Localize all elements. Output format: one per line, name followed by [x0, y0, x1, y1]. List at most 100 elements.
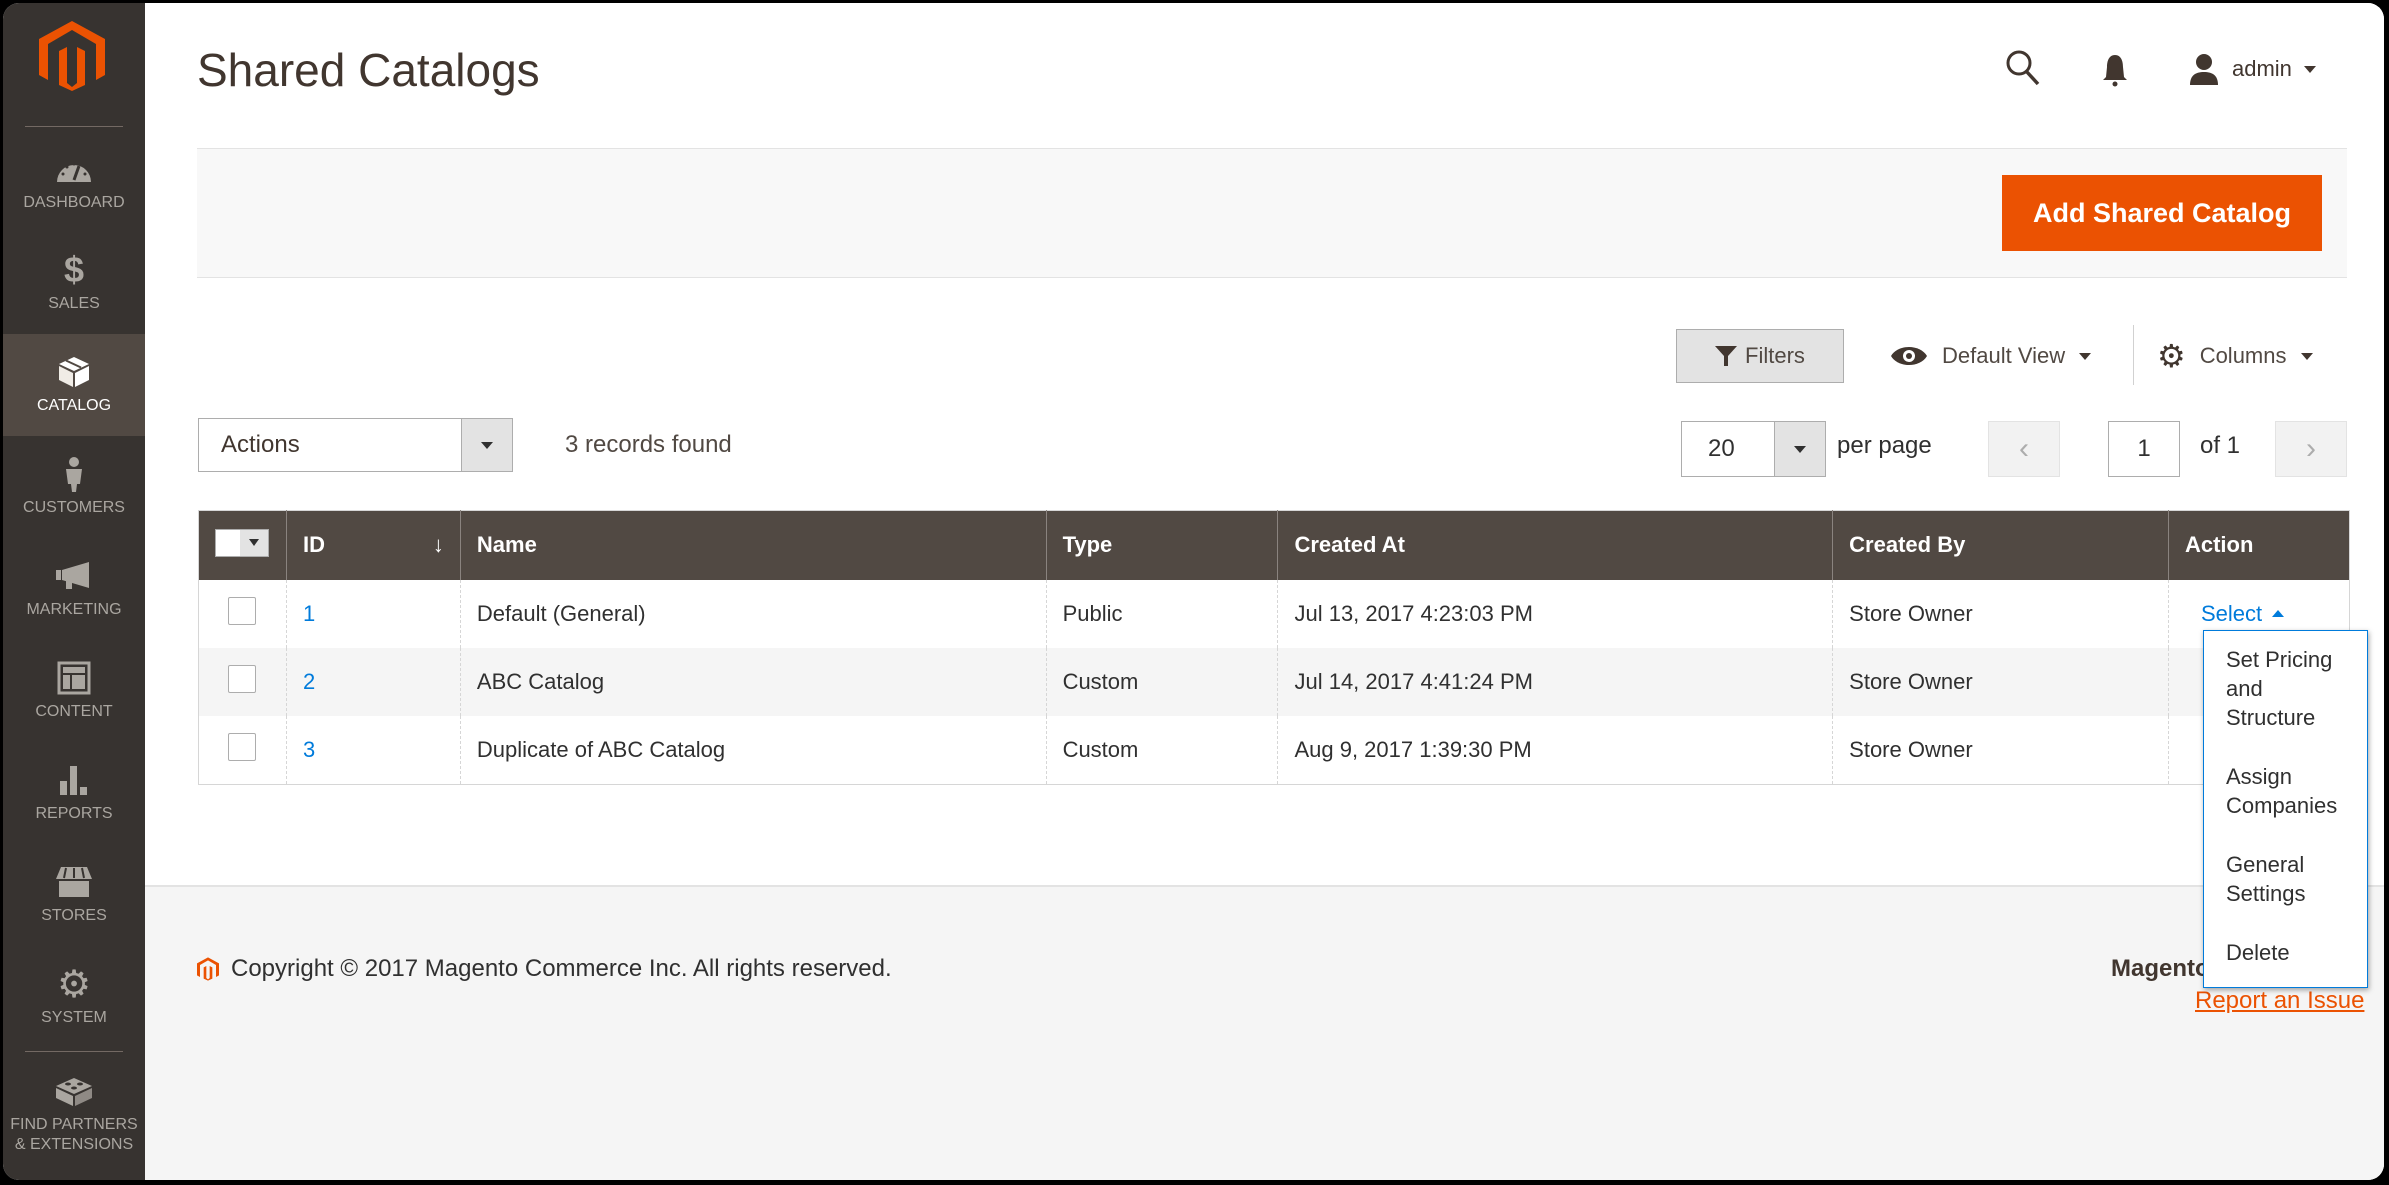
- action-menu-item-general-settings[interactable]: General Settings: [2204, 850, 2367, 908]
- sidebar-label: Stores: [41, 907, 107, 924]
- records-found: 3 records found: [565, 431, 732, 458]
- sidebar-item-system[interactable]: ⚙ System: [3, 946, 145, 1048]
- sidebar-label: Customers: [23, 499, 125, 516]
- filters-label: Filters: [1745, 343, 1805, 368]
- report-issue-link[interactable]: Report an Issue: [2195, 987, 2364, 1015]
- main-content: Shared Catalogs admin Add Shared Catalog…: [145, 3, 2384, 1180]
- header-label: ID: [302, 532, 325, 558]
- sidebar-label: Find Partners & Extensions: [10, 1116, 138, 1153]
- column-header-type[interactable]: Type: [1045, 510, 1278, 580]
- previous-page-button[interactable]: ‹: [1988, 421, 2060, 477]
- action-menu-item-set-pricing[interactable]: Set Pricing and Structure: [2204, 645, 2367, 732]
- column-header-created-at[interactable]: Created At: [1277, 510, 1833, 580]
- bar-chart-icon: [54, 762, 94, 798]
- dollar-icon: $: [63, 249, 85, 290]
- chevron-up-icon: [2272, 610, 2285, 617]
- sidebar-item-reports[interactable]: Reports: [3, 742, 145, 844]
- box-icon: [54, 354, 94, 390]
- page-actions-bar: Add Shared Catalog: [197, 148, 2347, 278]
- column-header-action: Action: [2167, 510, 2350, 580]
- row-checkbox[interactable]: [228, 664, 257, 693]
- sidebar-divider: [25, 126, 123, 127]
- action-menu-item-assign-companies[interactable]: Assign Companies: [2204, 762, 2367, 820]
- sidebar-item-dashboard[interactable]: Dashboard: [3, 131, 145, 233]
- sidebar-label: Marketing: [26, 601, 122, 618]
- add-shared-catalog-button[interactable]: Add Shared Catalog: [2002, 175, 2322, 251]
- current-page-input[interactable]: [2108, 421, 2180, 477]
- magento-logo-icon[interactable]: [39, 21, 105, 91]
- sidebar-item-partners[interactable]: Find Partners & Extensions: [3, 1055, 145, 1173]
- mass-select-checkbox[interactable]: [215, 528, 270, 557]
- columns-dropdown[interactable]: ⚙ Columns: [2157, 329, 2313, 383]
- admin-user-menu[interactable]: admin: [2188, 53, 2316, 85]
- row-action-select[interactable]: Select: [2200, 600, 2285, 627]
- sidebar-label: Reports: [35, 805, 113, 822]
- per-page-label: per page: [1837, 432, 1932, 459]
- dashboard-icon: [54, 151, 94, 187]
- default-view-dropdown[interactable]: Default View: [1890, 329, 2092, 383]
- sidebar-label: Dashboard: [23, 194, 125, 211]
- megaphone-icon: [54, 558, 94, 594]
- gear-icon: ⚙: [2157, 338, 2186, 374]
- select-label: Select: [2200, 600, 2263, 626]
- row-name: Default (General): [459, 579, 1047, 648]
- row-checkbox[interactable]: [228, 596, 257, 625]
- sidebar-item-customers[interactable]: Customers: [3, 436, 145, 538]
- sidebar-item-content[interactable]: Content: [3, 640, 145, 742]
- sidebar-item-catalog[interactable]: Catalog: [3, 334, 145, 436]
- chevron-down-icon: [2079, 352, 2092, 360]
- chevron-left-icon: ‹: [2019, 432, 2029, 465]
- column-header-id[interactable]: ID ↓: [285, 510, 461, 580]
- eye-icon: [1891, 347, 1927, 365]
- action-menu-item-delete[interactable]: Delete: [2204, 938, 2367, 967]
- chevron-right-icon: ›: [2306, 432, 2316, 465]
- row-id: 3: [302, 736, 316, 762]
- table-row: 3 Duplicate of ABC Catalog Custom Aug 9,…: [198, 715, 2350, 784]
- copyright: Copyright © 2017 Magento Commerce Inc. A…: [197, 952, 892, 986]
- row-type: Public: [1045, 579, 1278, 648]
- row-action-menu: Set Pricing and Structure Assign Compani…: [2203, 630, 2368, 988]
- table-row: 2 ABC Catalog Custom Jul 14, 2017 4:41:2…: [198, 647, 2350, 716]
- sidebar-item-stores[interactable]: Stores: [3, 844, 145, 946]
- app-window: Dashboard $ Sales Catalog Customers Mark…: [3, 3, 2384, 1180]
- filters-button[interactable]: Filters: [1676, 329, 1844, 383]
- shared-catalogs-grid: ID ↓ Name Type Created At Created By Acti…: [198, 510, 2350, 785]
- row-created-by: Store Owner: [1832, 579, 2169, 648]
- table-row: 1 Default (General) Public Jul 13, 2017 …: [198, 579, 2350, 648]
- admin-sidebar: Dashboard $ Sales Catalog Customers Mark…: [3, 3, 145, 1180]
- per-page-select[interactable]: 20: [1681, 421, 1826, 477]
- header-label: Created At: [1294, 532, 1405, 558]
- notifications-bell-icon[interactable]: [2100, 53, 2130, 92]
- toolbar-divider: [2133, 325, 2134, 385]
- lego-brick-icon: [54, 1073, 94, 1109]
- search-icon[interactable]: [2005, 49, 2041, 92]
- storefront-icon: [54, 864, 94, 900]
- sidebar-label: Content: [35, 703, 113, 720]
- page-footer: Copyright © 2017 Magento Commerce Inc. A…: [145, 885, 2384, 1180]
- page-total-label: of 1: [2200, 432, 2241, 459]
- column-header-created-by[interactable]: Created By: [1832, 510, 2169, 580]
- dropdown-arrow-icon: [1774, 422, 1825, 476]
- magento-logo-icon: [197, 957, 219, 981]
- row-created-at: Jul 14, 2017 4:41:24 PM: [1277, 647, 1833, 716]
- columns-label: Columns: [2199, 343, 2287, 368]
- row-checkbox[interactable]: [228, 732, 257, 761]
- chevron-down-icon: [2303, 65, 2316, 73]
- column-header-name[interactable]: Name: [459, 510, 1047, 580]
- row-id: 1: [302, 600, 316, 626]
- mass-select-header: [198, 510, 287, 580]
- person-icon: [54, 456, 94, 492]
- view-label: Default View: [1942, 343, 2066, 368]
- sidebar-divider: [25, 1051, 123, 1052]
- row-id: 2: [302, 668, 316, 694]
- sidebar-label: Catalog: [36, 397, 112, 414]
- admin-username: admin: [2232, 56, 2292, 81]
- row-created-by: Store Owner: [1832, 647, 2169, 716]
- next-page-button[interactable]: ›: [2275, 421, 2347, 477]
- per-page-value: 20: [1708, 435, 1735, 462]
- mass-actions-select[interactable]: Actions: [198, 418, 513, 472]
- header-label: Action: [2184, 532, 2254, 558]
- sidebar-item-sales[interactable]: $ Sales: [3, 232, 145, 334]
- dropdown-arrow-icon: [461, 419, 512, 471]
- sidebar-item-marketing[interactable]: Marketing: [3, 538, 145, 640]
